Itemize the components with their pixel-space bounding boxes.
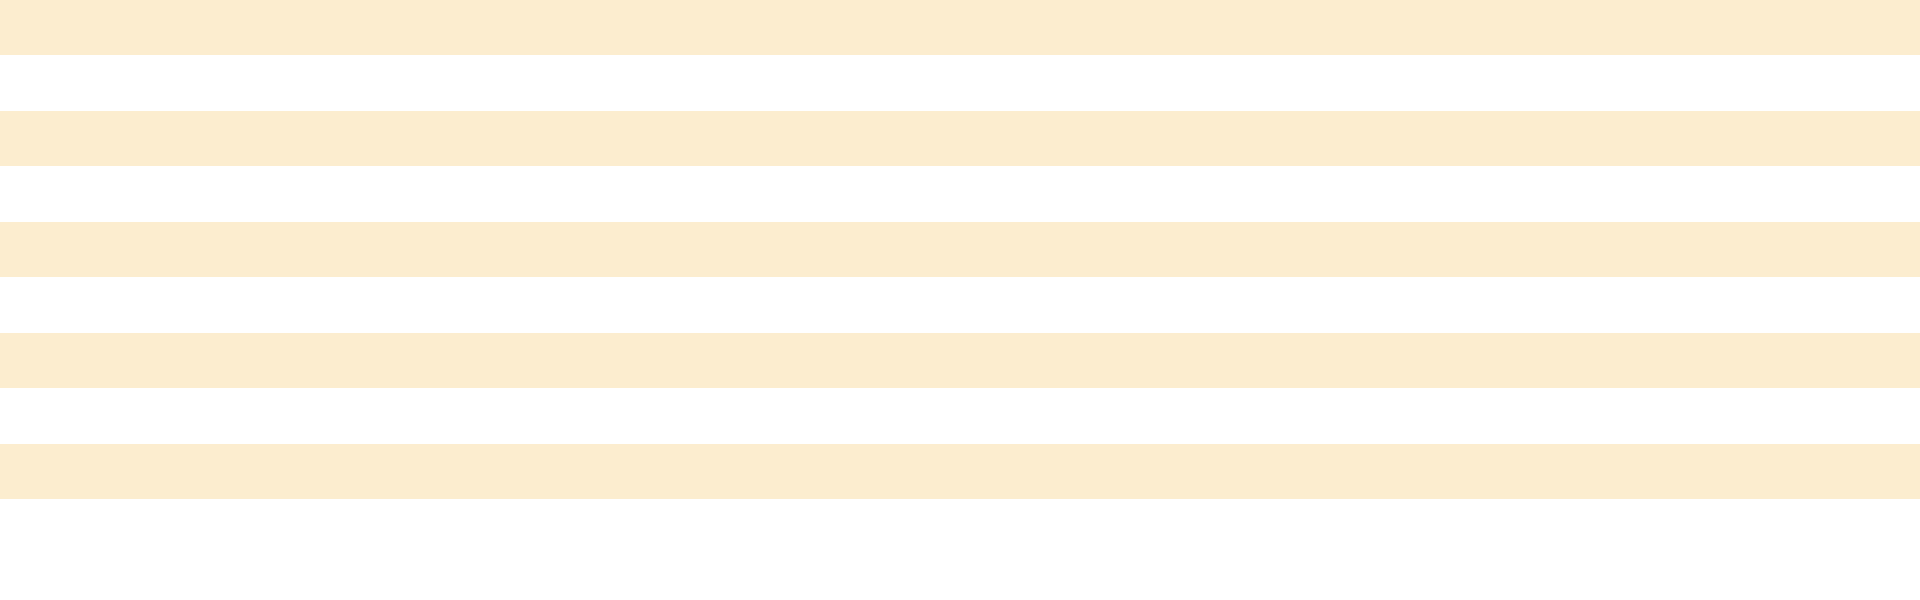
horizontal-stripe: [0, 111, 1920, 166]
striped-background: [0, 0, 1920, 600]
horizontal-stripe: [0, 0, 1920, 55]
horizontal-stripe: [0, 222, 1920, 277]
horizontal-stripe: [0, 333, 1920, 388]
horizontal-stripe: [0, 444, 1920, 499]
